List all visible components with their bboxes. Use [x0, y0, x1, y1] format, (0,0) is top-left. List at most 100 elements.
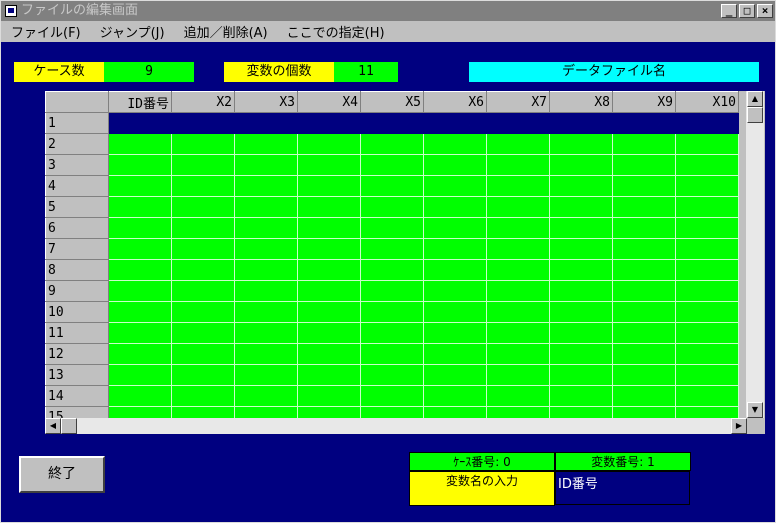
table-row[interactable]: 14 [45, 385, 739, 407]
grid-cell[interactable] [486, 301, 550, 323]
grid-cell[interactable] [297, 385, 361, 407]
grid-cell[interactable] [612, 343, 676, 365]
menu-add-delete[interactable]: 追加／削除(A) [174, 22, 277, 41]
grid-cell[interactable] [234, 364, 298, 386]
grid-cell[interactable] [612, 133, 676, 155]
grid-cell[interactable] [423, 196, 487, 218]
grid-cell[interactable] [171, 238, 235, 260]
grid-cell[interactable] [423, 154, 487, 176]
grid-cell[interactable] [612, 238, 676, 260]
grid-cell[interactable] [423, 238, 487, 260]
grid-cell[interactable] [234, 259, 298, 281]
grid-cell[interactable] [360, 217, 424, 239]
row-header[interactable]: 9 [45, 280, 109, 302]
grid-cell[interactable] [486, 133, 550, 155]
grid-cell[interactable] [486, 385, 550, 407]
row-header[interactable]: 7 [45, 238, 109, 260]
grid-cell[interactable] [486, 217, 550, 239]
grid-cell[interactable] [612, 175, 676, 197]
grid-cell[interactable] [612, 322, 676, 344]
grid-cell[interactable] [423, 364, 487, 386]
grid-cell[interactable] [675, 364, 739, 386]
grid-cell[interactable] [549, 385, 613, 407]
scroll-right-icon[interactable]: ▶ [731, 418, 747, 434]
grid-cell[interactable] [423, 112, 487, 134]
table-row[interactable]: 8 [45, 259, 739, 281]
grid-cell[interactable] [549, 259, 613, 281]
grid-cell[interactable] [234, 322, 298, 344]
table-row[interactable]: 7 [45, 238, 739, 260]
column-header[interactable]: X7 [486, 91, 550, 113]
row-header[interactable]: 13 [45, 364, 109, 386]
grid-cell[interactable] [234, 175, 298, 197]
grid-cell[interactable] [108, 112, 172, 134]
grid-cell[interactable] [360, 343, 424, 365]
table-row[interactable]: 13 [45, 364, 739, 386]
grid-cell[interactable] [612, 259, 676, 281]
grid-cell[interactable] [612, 217, 676, 239]
grid-cell[interactable] [486, 154, 550, 176]
grid-cell[interactable] [297, 112, 361, 134]
grid-cell[interactable] [549, 112, 613, 134]
grid-cell[interactable] [297, 175, 361, 197]
grid-cell[interactable] [549, 154, 613, 176]
grid-cell[interactable] [675, 343, 739, 365]
column-header[interactable]: X2 [171, 91, 235, 113]
grid-cell[interactable] [675, 175, 739, 197]
grid-cell[interactable] [360, 301, 424, 323]
grid-cell[interactable] [549, 196, 613, 218]
grid-cell[interactable] [108, 385, 172, 407]
grid-cell[interactable] [423, 259, 487, 281]
scroll-down-icon[interactable]: ▼ [747, 402, 763, 418]
table-row[interactable]: 4 [45, 175, 739, 197]
grid-cell[interactable] [360, 112, 424, 134]
grid-cell[interactable] [549, 280, 613, 302]
row-header[interactable]: 4 [45, 175, 109, 197]
grid-cell[interactable] [549, 364, 613, 386]
data-file-name-label[interactable]: データファイル名 [469, 62, 759, 82]
menu-file[interactable]: ファイル(F) [1, 22, 90, 41]
grid-cell[interactable] [297, 154, 361, 176]
grid-cell[interactable] [171, 301, 235, 323]
grid-cell[interactable] [675, 217, 739, 239]
grid-cell[interactable] [675, 112, 739, 134]
row-header[interactable]: 2 [45, 133, 109, 155]
grid-cell[interactable] [234, 385, 298, 407]
menu-settings[interactable]: ここでの指定(H) [277, 22, 394, 41]
var-name-input[interactable]: ID番号 [555, 471, 690, 505]
grid-cell[interactable] [108, 364, 172, 386]
grid-cell[interactable] [423, 301, 487, 323]
grid-cell[interactable] [234, 301, 298, 323]
grid-cell[interactable] [360, 175, 424, 197]
row-header[interactable]: 12 [45, 343, 109, 365]
grid-cell[interactable] [171, 364, 235, 386]
grid-cell[interactable] [486, 196, 550, 218]
grid-cell[interactable] [171, 112, 235, 134]
grid-cell[interactable] [486, 238, 550, 260]
scroll-left-icon[interactable]: ◀ [45, 418, 61, 434]
grid-cell[interactable] [549, 322, 613, 344]
row-header[interactable]: 5 [45, 196, 109, 218]
row-header[interactable]: 11 [45, 322, 109, 344]
horizontal-scrollbar[interactable]: ◀ ▶ [45, 418, 747, 434]
scroll-up-icon[interactable]: ▲ [747, 91, 763, 107]
grid-cell[interactable] [612, 280, 676, 302]
grid-cell[interactable] [549, 343, 613, 365]
grid-cell[interactable] [675, 238, 739, 260]
grid-cell[interactable] [486, 280, 550, 302]
grid-cell[interactable] [171, 322, 235, 344]
grid-cell[interactable] [360, 238, 424, 260]
grid-cell[interactable] [360, 196, 424, 218]
grid-cell[interactable] [234, 343, 298, 365]
grid-cell[interactable] [486, 364, 550, 386]
grid-cell[interactable] [108, 322, 172, 344]
column-header[interactable]: X6 [423, 91, 487, 113]
grid-cell[interactable] [486, 259, 550, 281]
grid-cell[interactable] [423, 322, 487, 344]
grid-cell[interactable] [675, 322, 739, 344]
horizontal-scroll-thumb[interactable] [61, 418, 77, 434]
grid-cell[interactable] [423, 280, 487, 302]
grid-cell[interactable] [486, 112, 550, 134]
grid-cell[interactable] [234, 154, 298, 176]
grid-cell[interactable] [171, 196, 235, 218]
